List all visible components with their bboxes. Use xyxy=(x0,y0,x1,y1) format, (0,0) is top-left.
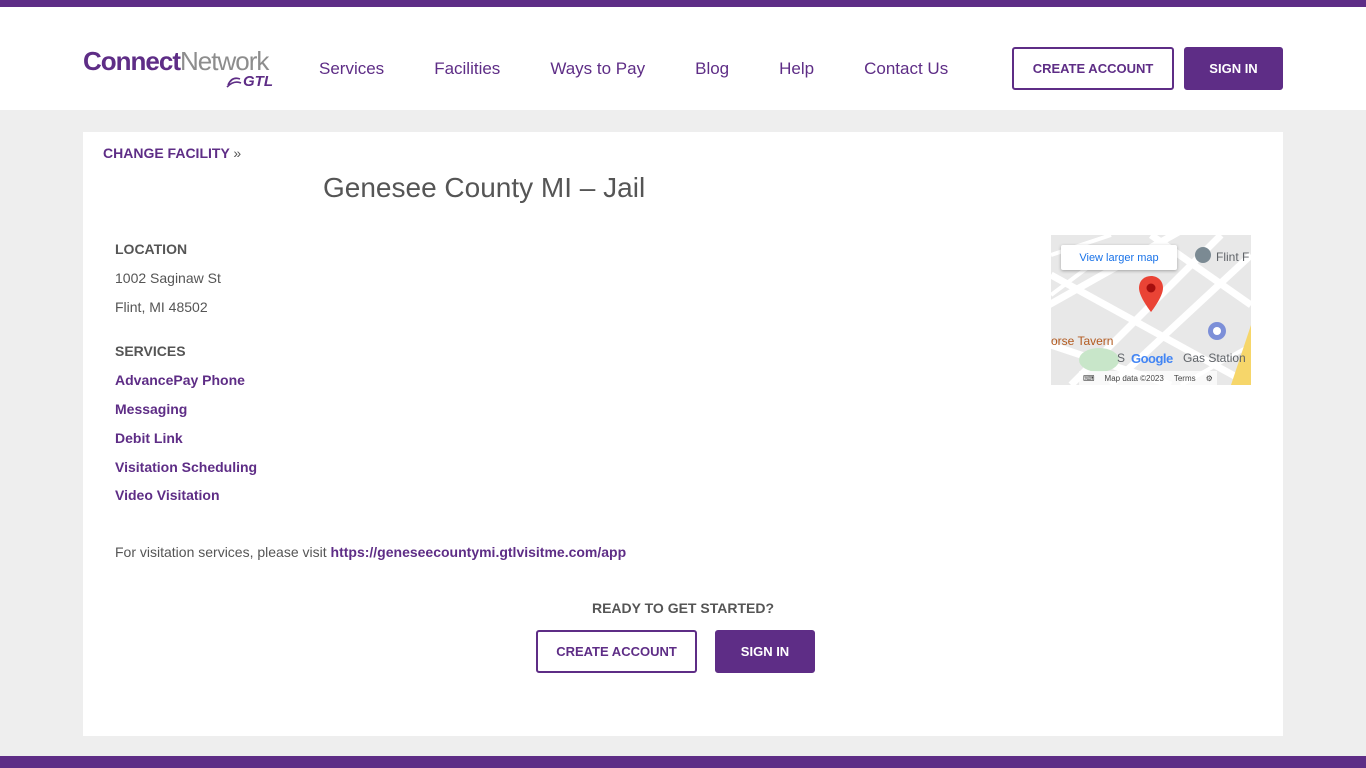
service-link-advancepay-phone[interactable]: AdvancePay Phone xyxy=(115,372,245,388)
logo-text-bold: Connect xyxy=(83,46,181,76)
nav-blog[interactable]: Blog xyxy=(695,59,729,79)
top-accent-strip xyxy=(0,0,1366,7)
map-footer: ⌨ Map data ©2023 Terms ⚙ xyxy=(1079,371,1217,385)
cta-create-account-button[interactable]: CREATE ACCOUNT xyxy=(536,630,697,673)
nav-help[interactable]: Help xyxy=(779,59,814,79)
map-label-tavern: orse Tavern xyxy=(1051,334,1114,348)
service-link-messaging[interactable]: Messaging xyxy=(115,401,187,417)
service-link-video-visitation[interactable]: Video Visitation xyxy=(115,487,220,503)
service-link-visitation-scheduling[interactable]: Visitation Scheduling xyxy=(115,459,257,475)
connectnetwork-logo[interactable]: ConnectNetwork GTL xyxy=(83,47,283,95)
change-facility-link[interactable]: CHANGE FACILITY » xyxy=(103,145,241,161)
map-label-gas-station: Gas Station xyxy=(1183,351,1246,365)
header-create-account-button[interactable]: CREATE ACCOUNT xyxy=(1012,47,1174,90)
gtl-swoosh-icon xyxy=(226,76,242,88)
map-settings-icon[interactable]: ⚙ xyxy=(1206,374,1213,383)
footer-strip xyxy=(0,756,1366,768)
main-nav: Services Facilities Ways to Pay Blog Hel… xyxy=(319,59,998,79)
site-header: ConnectNetwork GTL Services Facilities W… xyxy=(0,7,1366,110)
header-sign-in-button[interactable]: SIGN IN xyxy=(1184,47,1283,90)
services-label: SERVICES xyxy=(115,343,186,359)
change-facility-label: CHANGE FACILITY xyxy=(103,145,230,161)
map-label-flint: Flint F xyxy=(1216,250,1250,264)
facility-panel: CHANGE FACILITY » Genesee County MI – Ja… xyxy=(83,132,1283,736)
visitation-note: For visitation services, please visit ht… xyxy=(115,544,626,560)
nav-contact-us[interactable]: Contact Us xyxy=(864,59,948,79)
facility-map[interactable]: View larger map Flint F orse Tavern S Ga… xyxy=(1051,235,1251,385)
view-larger-map-button[interactable]: View larger map xyxy=(1061,245,1177,270)
change-facility-arrow: » xyxy=(233,145,242,161)
logo-text-light: Network xyxy=(180,46,269,76)
visitation-url-link[interactable]: https://geneseecountymi.gtlvisitme.com/a… xyxy=(331,544,627,560)
keyboard-icon[interactable]: ⌨ xyxy=(1083,374,1095,383)
nav-services[interactable]: Services xyxy=(319,59,384,79)
service-link-debit-link[interactable]: Debit Link xyxy=(115,430,183,446)
ready-heading: READY TO GET STARTED? xyxy=(591,600,774,616)
google-logo: Google xyxy=(1131,351,1173,366)
address-line-2: Flint, MI 48502 xyxy=(115,299,208,315)
map-data-text: Map data ©2023 xyxy=(1104,373,1164,383)
nav-ways-to-pay[interactable]: Ways to Pay xyxy=(550,59,645,79)
location-label: LOCATION xyxy=(115,241,188,257)
map-label-s: S xyxy=(1117,351,1126,365)
map-pin-icon xyxy=(1139,276,1163,312)
cta-sign-in-button[interactable]: SIGN IN xyxy=(715,630,815,673)
nav-facilities[interactable]: Facilities xyxy=(434,59,500,79)
logo-gtl-text: GTL xyxy=(243,73,273,90)
map-terms-link[interactable]: Terms xyxy=(1174,374,1196,383)
visitation-note-text: For visitation services, please visit xyxy=(115,544,331,560)
address-line-1: 1002 Saginaw St xyxy=(115,270,221,286)
facility-title: Genesee County MI – Jail xyxy=(323,172,646,203)
